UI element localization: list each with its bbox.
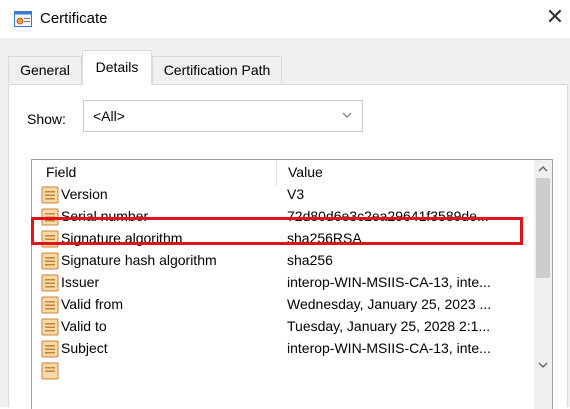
close-icon[interactable]: ✕ — [545, 6, 565, 28]
value-column-header[interactable]: Value — [288, 164, 323, 180]
field-name: Issuer — [61, 274, 100, 290]
details-panel: Show: <All> Field Value Version V3 Seria… — [8, 84, 568, 409]
field-name: Version — [61, 186, 108, 202]
field-value: V3 — [287, 186, 305, 202]
tab-general[interactable]: General — [8, 56, 82, 83]
certificate-icon — [14, 11, 32, 27]
field-icon — [41, 296, 59, 314]
scroll-up-icon[interactable] — [534, 160, 552, 178]
field-value: interop-WIN-MSIIS-CA-13, inte... — [287, 340, 491, 356]
serial-number-highlight — [31, 217, 523, 245]
tab-certification-path[interactable]: Certification Path — [152, 56, 282, 83]
field-icon — [41, 274, 59, 292]
field-value: sha256 — [287, 252, 333, 268]
list-item[interactable]: Subject interop-WIN-MSIIS-CA-13, inte... — [37, 337, 527, 359]
field-icon — [41, 252, 59, 270]
window-title: Certificate — [40, 10, 108, 27]
show-dropdown-value: <All> — [93, 108, 125, 124]
vertical-scrollbar[interactable] — [534, 160, 552, 409]
field-icon — [41, 186, 59, 204]
field-icon — [41, 362, 59, 380]
field-column-header[interactable]: Field — [46, 164, 76, 180]
field-name: Subject — [61, 340, 108, 356]
show-dropdown[interactable]: <All> — [83, 100, 363, 132]
tab-strip: General Details Certification Path — [8, 50, 568, 85]
field-name: Valid from — [61, 296, 123, 312]
list-item[interactable]: Valid to Tuesday, January 25, 2028 2:1..… — [37, 315, 527, 337]
field-value: interop-WIN-MSIIS-CA-13, inte... — [287, 274, 491, 290]
field-value: Tuesday, January 25, 2028 2:1... — [287, 318, 491, 334]
chevron-down-icon — [342, 112, 352, 118]
show-label: Show: — [27, 111, 66, 127]
list-item-partial[interactable] — [37, 359, 527, 381]
field-list[interactable]: Field Value Version V3 Serial number 72d… — [31, 159, 553, 409]
field-value: Wednesday, January 25, 2023 ... — [287, 296, 492, 312]
field-name: Valid to — [61, 318, 107, 334]
field-icon — [41, 318, 59, 336]
list-item[interactable]: Signature hash algorithm sha256 — [37, 249, 527, 271]
list-item[interactable]: Version V3 — [37, 183, 527, 205]
scrollbar-thumb[interactable] — [536, 178, 550, 278]
list-item[interactable]: Valid from Wednesday, January 25, 2023 .… — [37, 293, 527, 315]
field-name: Signature hash algorithm — [61, 252, 217, 268]
title-bar: Certificate ✕ — [0, 0, 570, 38]
list-item[interactable]: Issuer interop-WIN-MSIIS-CA-13, inte... — [37, 271, 527, 293]
scroll-down-icon[interactable] — [534, 356, 552, 374]
field-icon — [41, 340, 59, 358]
tab-details[interactable]: Details — [82, 50, 152, 85]
